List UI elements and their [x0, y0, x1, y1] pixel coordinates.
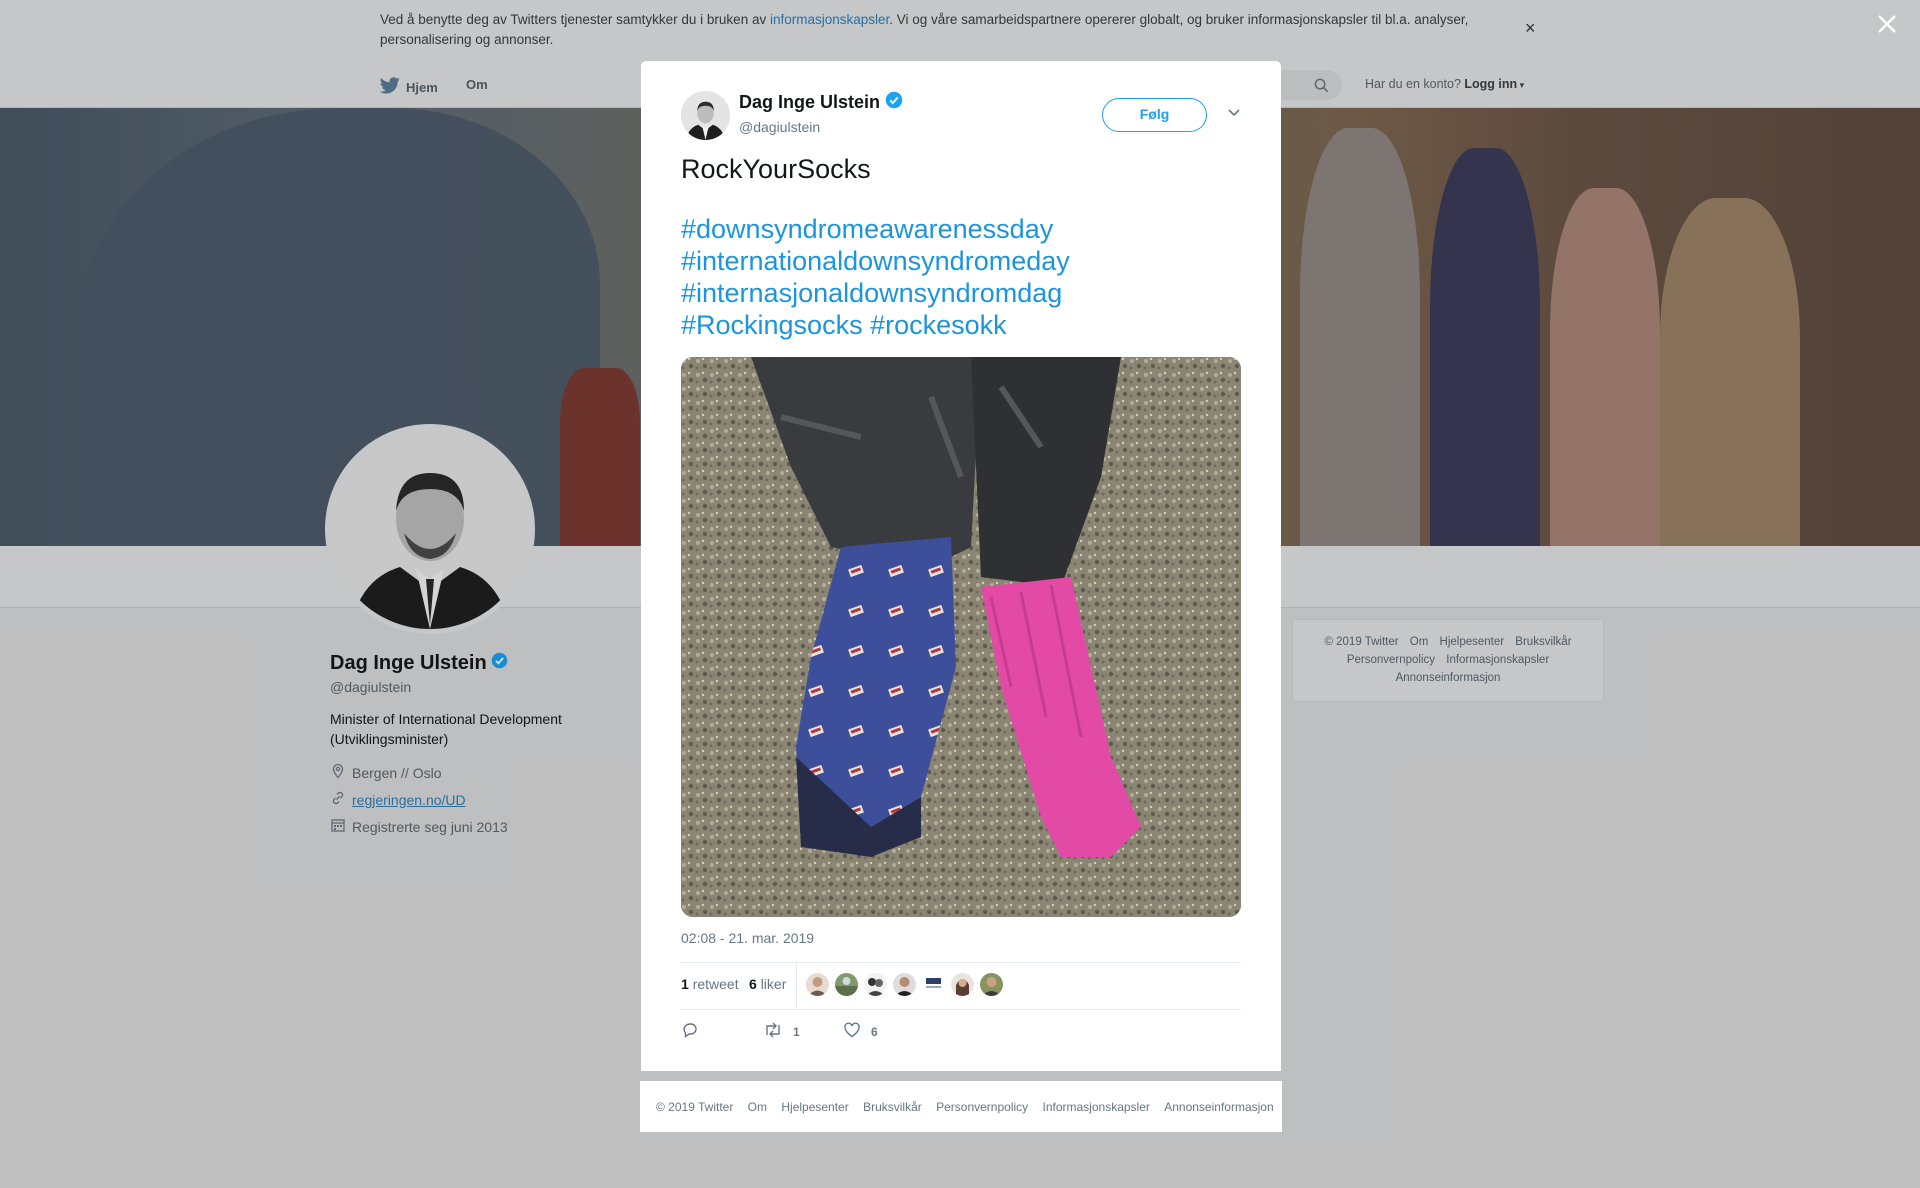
footer-link-privacy[interactable]: Personvernpolicy [936, 1100, 1028, 1114]
stats-divider [796, 963, 797, 1009]
follow-button[interactable]: Følg [1102, 98, 1207, 132]
liker-avatar[interactable] [922, 973, 945, 996]
tweet-author-handle[interactable]: @dagiulstein [739, 119, 820, 135]
modal-footer: © 2019 Twitter Om Hjelpesenter Bruksvilk… [640, 1081, 1282, 1132]
tweet-author-avatar[interactable] [681, 91, 730, 140]
tweet-modal: Dag Inge Ulstein @dagiulstein Følg RockY… [641, 61, 1281, 1071]
close-overlay-button[interactable] [1875, 12, 1899, 36]
tweet-actions: 1 6 [681, 1021, 1241, 1049]
tweet-timestamp[interactable]: 02:08 - 21. mar. 2019 [681, 930, 814, 946]
tweet-hashtags: #downsyndromeawarenessday #international… [681, 213, 1241, 341]
hashtag-link[interactable]: #internasjonaldownsyndromdag [681, 277, 1241, 309]
tweet-photo[interactable] [681, 357, 1241, 917]
liker-avatar[interactable] [864, 973, 887, 996]
footer-link-help[interactable]: Hjelpesenter [781, 1100, 848, 1114]
tweet-author-name: Dag Inge Ulstein [739, 91, 903, 114]
tweet-menu-button[interactable] [1227, 105, 1241, 124]
hashtag-link[interactable]: #downsyndromeawarenessday [681, 213, 1241, 245]
liker-avatar[interactable] [951, 973, 974, 996]
tweet-stats: 1 retweet 6 liker [681, 962, 1241, 1010]
hashtag-link[interactable]: #Rockingsocks [681, 310, 863, 340]
footer-link-about[interactable]: Om [748, 1100, 767, 1114]
footer-copyright: © 2019 Twitter [656, 1100, 734, 1114]
close-icon [1875, 15, 1899, 40]
reply-icon [681, 1021, 699, 1042]
chevron-down-icon [1227, 106, 1241, 123]
liker-avatar[interactable] [806, 973, 829, 996]
reply-button[interactable] [681, 1021, 699, 1042]
liker-avatar[interactable] [835, 973, 858, 996]
hashtag-link[interactable]: #internationaldownsyndromeday [681, 245, 1241, 277]
retweet-button[interactable]: 1 [763, 1021, 800, 1042]
verified-badge-icon [885, 91, 903, 114]
like-button[interactable]: 6 [843, 1021, 878, 1042]
footer-link-cookies[interactable]: Informasjonskapsler [1043, 1100, 1150, 1114]
like-stat[interactable]: 6 liker [749, 976, 786, 992]
liker-avatar[interactable] [980, 973, 1003, 996]
hashtag-link[interactable]: #rockesokk [870, 310, 1007, 340]
like-icon [843, 1021, 861, 1042]
footer-link-terms[interactable]: Bruksvilkår [863, 1100, 922, 1114]
liker-avatars [806, 973, 1003, 996]
tweet-text: RockYourSocks [681, 154, 871, 184]
footer-link-ads-info[interactable]: Annonseinformasjon [1164, 1100, 1273, 1114]
liker-avatar[interactable] [893, 973, 916, 996]
retweet-stat[interactable]: 1 retweet [681, 976, 739, 992]
retweet-icon [763, 1021, 783, 1042]
